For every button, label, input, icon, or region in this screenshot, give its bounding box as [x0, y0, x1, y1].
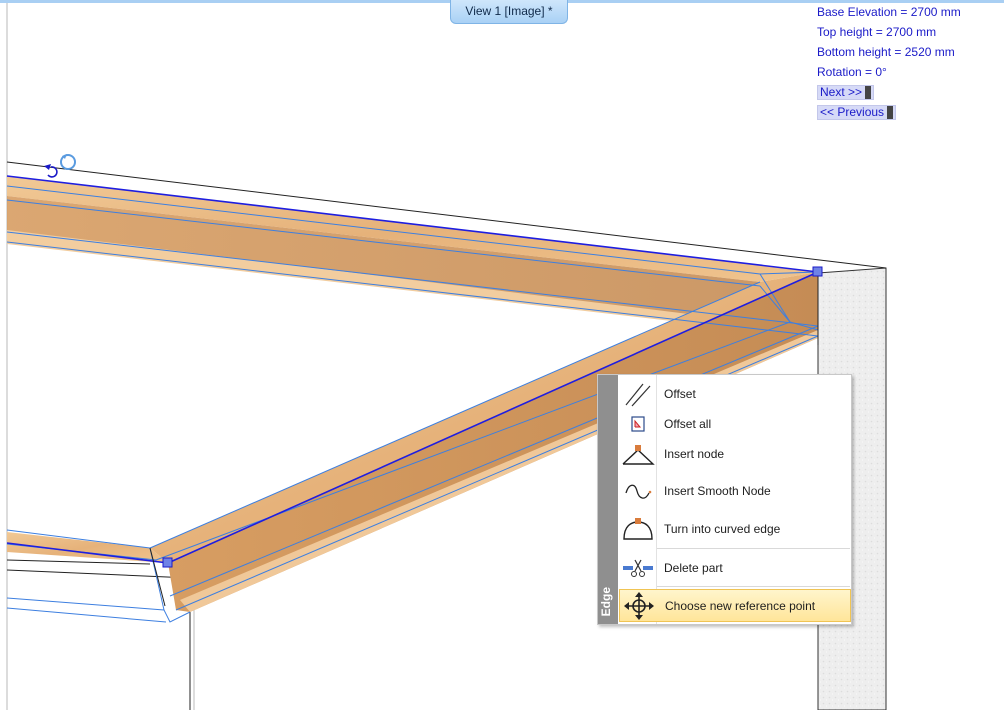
insert-smooth-node-icon — [619, 473, 657, 509]
next-button-label: Next >> — [820, 85, 863, 99]
curved-edge-icon — [619, 511, 657, 547]
base-elevation-text: Base Elevation = 2700 mm — [817, 5, 961, 19]
bottom-height-text: Bottom height = 2520 mm — [817, 45, 955, 59]
menu-item-label: Insert Smooth Node — [664, 484, 771, 498]
menu-item-choose-reference-point[interactable]: Choose new reference point — [619, 589, 851, 622]
view-tab[interactable]: View 1 [Image] * — [450, 0, 568, 24]
menu-item-label: Delete part — [664, 561, 723, 575]
node-handle — [162, 557, 173, 568]
offset-icon — [619, 379, 657, 409]
rotate-icon[interactable] — [44, 154, 76, 178]
menu-item-insert-smooth-node[interactable]: Insert Smooth Node — [619, 473, 851, 509]
menu-item-label: Insert node — [664, 447, 725, 461]
menu-item-label: Choose new reference point — [665, 598, 816, 613]
menu-title: Edge — [599, 586, 613, 616]
next-knob-icon — [865, 86, 872, 99]
node-handle — [812, 266, 823, 277]
next-button[interactable]: Next >> — [817, 85, 875, 100]
previous-button-label: << Previous — [820, 105, 885, 119]
offset-all-icon — [619, 410, 657, 438]
top-height-text: Top height = 2700 mm — [817, 25, 937, 39]
menu-item-curved-edge[interactable]: Turn into curved edge — [619, 511, 851, 547]
menu-item-insert-node[interactable]: Insert node — [619, 439, 851, 469]
menu-item-offset[interactable]: Offset — [619, 379, 851, 409]
menu-item-label: Turn into curved edge — [664, 522, 781, 536]
insert-node-icon — [619, 439, 657, 469]
previous-knob-icon — [887, 106, 894, 119]
rotation-text: Rotation = 0° — [817, 65, 887, 79]
menu-side-strip: Edge — [598, 375, 618, 624]
menu-item-offset-all[interactable]: Offset all — [619, 410, 851, 438]
menu-item-label: Offset all — [664, 417, 712, 431]
edge-context-menu: Edge Offset Offset all Insert node Inser… — [597, 374, 852, 625]
menu-item-label: Offset — [664, 387, 696, 401]
menu-separator — [657, 548, 850, 549]
menu-separator — [657, 586, 850, 587]
menu-item-delete-part[interactable]: Delete part — [619, 552, 851, 584]
previous-button[interactable]: << Previous — [817, 105, 897, 120]
scissors-icon — [619, 552, 657, 584]
info-panel: Base Elevation = 2700 mm Top height = 27… — [817, 2, 1002, 122]
move-icon — [620, 590, 658, 621]
